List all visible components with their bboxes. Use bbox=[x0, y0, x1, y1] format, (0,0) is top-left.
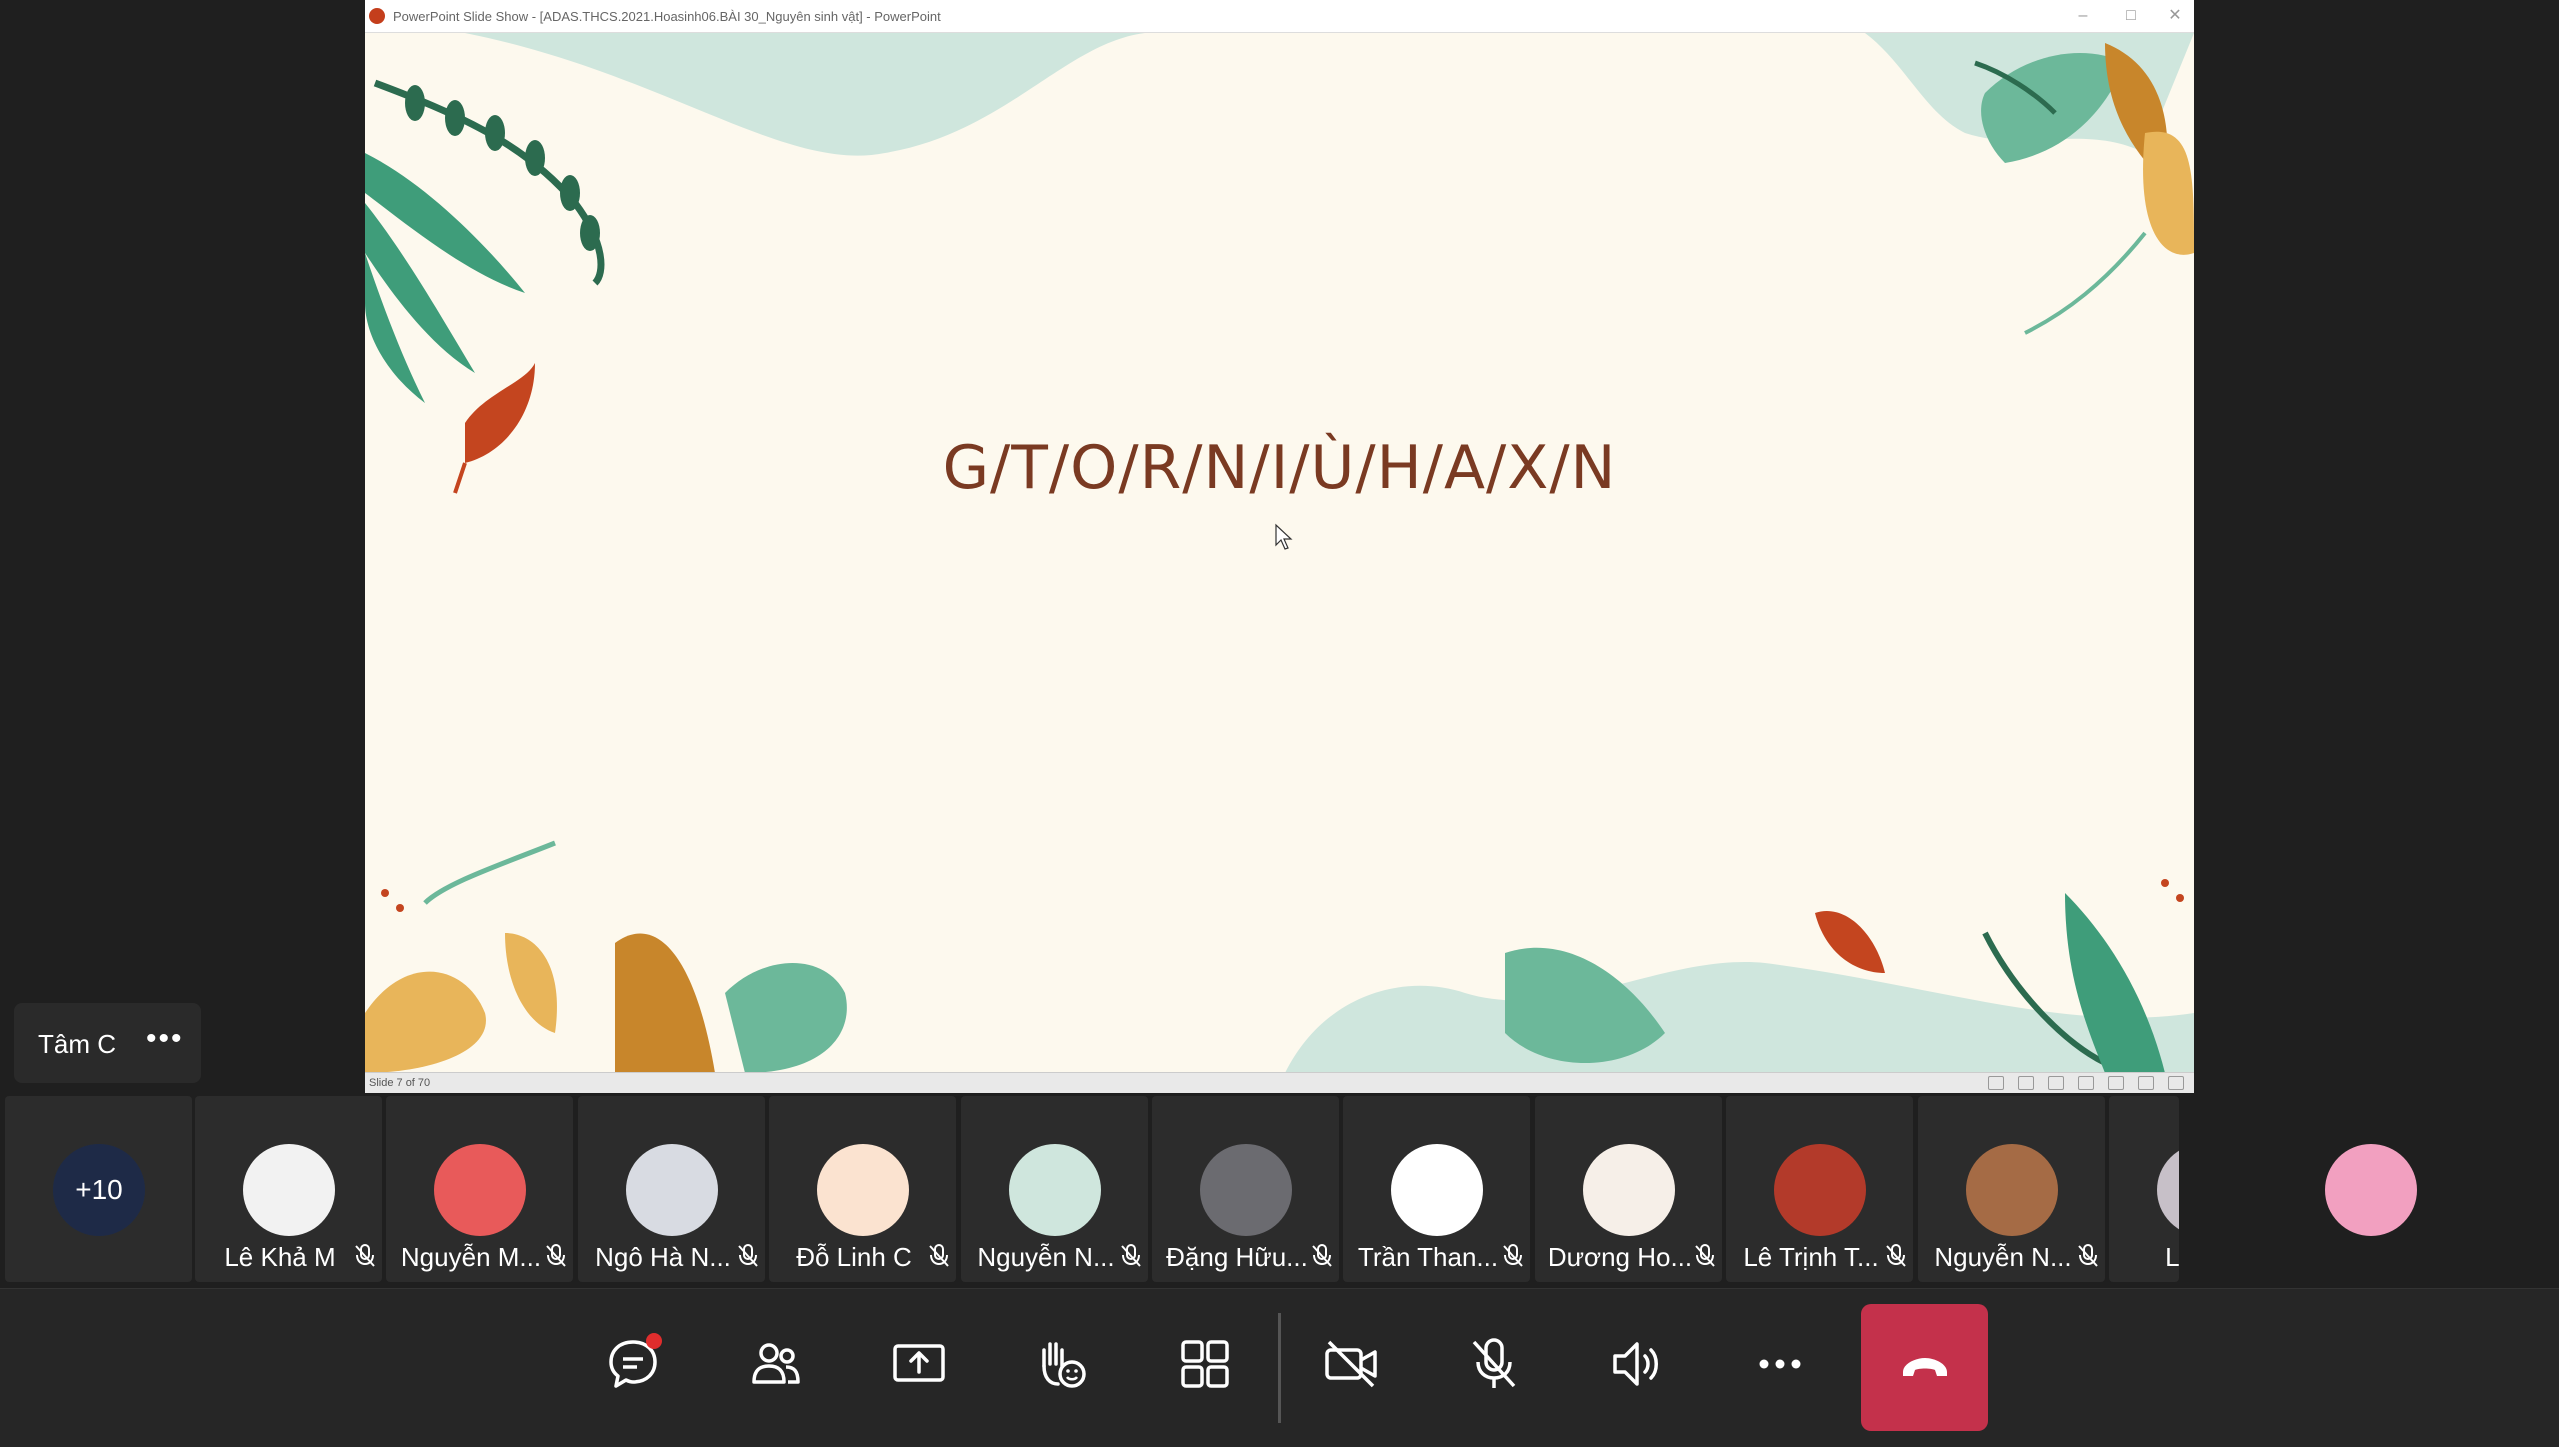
muted-mic-icon bbox=[1503, 1244, 1523, 1267]
slide-canvas: G/T/O/R/N/I/Ù/H/A/X/N bbox=[365, 33, 2194, 1073]
presenter-more-button[interactable]: ••• bbox=[146, 1024, 184, 1054]
muted-mic-icon bbox=[1886, 1244, 1906, 1267]
participant-tile[interactable]: Dương Ho... bbox=[1535, 1096, 1722, 1282]
view-buttons bbox=[1988, 1076, 2184, 1090]
avatar bbox=[1200, 1144, 1292, 1236]
participant-name: Lê Khả M bbox=[224, 1242, 336, 1272]
slide-sorter-icon[interactable] bbox=[2108, 1076, 2124, 1090]
avatar bbox=[1774, 1144, 1866, 1236]
avatar bbox=[434, 1144, 526, 1236]
grid-layout-icon bbox=[1181, 1340, 1229, 1388]
ppt-titlebar: PowerPoint Slide Show - [ADAS.THCS.2021.… bbox=[365, 0, 2194, 33]
presenter-name: Tâm C bbox=[38, 1029, 116, 1059]
control-separator bbox=[1278, 1313, 1281, 1423]
self-view-avatar[interactable] bbox=[2325, 1144, 2417, 1236]
slide-text: G/T/O/R/N/I/Ù/H/A/X/N bbox=[942, 433, 1617, 503]
participant-tile[interactable]: Đặng Hữu... bbox=[1152, 1096, 1339, 1282]
avatar bbox=[243, 1144, 335, 1236]
participant-tile[interactable]: Lê Trịnh T... bbox=[1726, 1096, 1913, 1282]
participant-tile[interactable]: Lê M bbox=[2109, 1096, 2179, 1282]
menu-icon[interactable] bbox=[2018, 1076, 2034, 1090]
shared-screen: PowerPoint Slide Show - [ADAS.THCS.2021.… bbox=[365, 0, 2194, 1093]
reactions-button[interactable] bbox=[1017, 1319, 1107, 1409]
participant-tile[interactable]: Nguyễn N... bbox=[961, 1096, 1148, 1282]
participant-name: Nguyễn M... bbox=[400, 1242, 542, 1272]
avatar bbox=[1966, 1144, 2058, 1236]
muted-mic-icon bbox=[1121, 1244, 1141, 1267]
chat-notification-badge bbox=[646, 1333, 662, 1349]
minimize-button[interactable]: – bbox=[2068, 4, 2098, 28]
avatar bbox=[1583, 1144, 1675, 1236]
reading-view-icon[interactable] bbox=[2138, 1076, 2154, 1090]
next-slide-icon[interactable] bbox=[2048, 1076, 2064, 1090]
avatar bbox=[2157, 1144, 2179, 1236]
powerpoint-icon bbox=[369, 8, 385, 24]
mic-toggle-button[interactable] bbox=[1449, 1319, 1539, 1409]
muted-mic-icon bbox=[738, 1244, 758, 1267]
participant-name: Lê M bbox=[2165, 1242, 2179, 1272]
participant-tile[interactable]: Trần Than... bbox=[1343, 1096, 1530, 1282]
normal-view-icon[interactable] bbox=[2078, 1076, 2094, 1090]
close-button[interactable]: ✕ bbox=[2160, 4, 2190, 28]
participant-name: Đỗ Linh C bbox=[796, 1242, 912, 1272]
prev-slide-icon[interactable] bbox=[1988, 1076, 2004, 1090]
participant-name: Trần Than... bbox=[1357, 1242, 1499, 1272]
muted-mic-icon bbox=[1695, 1244, 1715, 1267]
participant-strip: +10 Lê Khả M Nguyễn M... Ngô Hà N... Đỗ Lin… bbox=[0, 1096, 2559, 1286]
overflow-participants-tile[interactable]: +10 bbox=[5, 1096, 192, 1282]
participant-tile[interactable]: Nguyễn N... bbox=[1918, 1096, 2105, 1282]
slide-number: Slide 7 of 70 bbox=[369, 1077, 431, 1089]
participant-name: Lê Trịnh T... bbox=[1743, 1242, 1879, 1272]
avatar bbox=[1391, 1144, 1483, 1236]
window-title: PowerPoint Slide Show - [ADAS.THCS.2021.… bbox=[393, 9, 941, 24]
slide-decoration bbox=[365, 33, 2194, 1073]
more-options-button[interactable] bbox=[1735, 1319, 1825, 1409]
muted-mic-icon bbox=[2078, 1244, 2098, 1267]
more-icon bbox=[1759, 1359, 1801, 1369]
muted-mic-icon bbox=[355, 1244, 375, 1267]
participant-tile[interactable]: Đỗ Linh C bbox=[769, 1096, 956, 1282]
participant-tile[interactable]: Lê Khả M bbox=[195, 1096, 382, 1282]
maximize-button[interactable]: □ bbox=[2116, 4, 2146, 28]
participant-tile[interactable]: Nguyễn M... bbox=[386, 1096, 573, 1282]
camera-toggle-button[interactable] bbox=[1306, 1319, 1396, 1409]
participants-button[interactable] bbox=[731, 1319, 821, 1409]
raise-hand-icon bbox=[1042, 1342, 1086, 1388]
speaker-button[interactable] bbox=[1592, 1319, 1682, 1409]
participant-name: Nguyễn N... bbox=[1934, 1242, 2072, 1272]
avatar bbox=[817, 1144, 909, 1236]
muted-mic-icon bbox=[929, 1244, 949, 1267]
hang-up-icon bbox=[1902, 1357, 1947, 1376]
avatar bbox=[1009, 1144, 1101, 1236]
participant-name: Dương Ho... bbox=[1547, 1242, 1693, 1272]
people-icon bbox=[752, 1343, 800, 1384]
participant-name: Đặng Hữu... bbox=[1166, 1242, 1308, 1272]
leave-call-button[interactable] bbox=[1861, 1304, 1988, 1431]
mic-off-icon bbox=[1472, 1338, 1516, 1388]
call-control-bar bbox=[0, 1288, 2559, 1447]
share-screen-icon bbox=[893, 1344, 945, 1382]
participant-name: Ngô Hà N... bbox=[595, 1242, 731, 1272]
overflow-avatar: +10 bbox=[53, 1144, 145, 1236]
speaker-icon bbox=[1613, 1342, 1658, 1386]
layout-button[interactable] bbox=[1160, 1319, 1250, 1409]
avatar bbox=[626, 1144, 718, 1236]
participant-name: Nguyễn N... bbox=[977, 1242, 1115, 1272]
share-screen-button[interactable] bbox=[874, 1319, 964, 1409]
muted-mic-icon bbox=[1312, 1244, 1332, 1267]
overflow-count: +10 bbox=[53, 1144, 145, 1236]
camera-off-icon bbox=[1325, 1340, 1377, 1388]
slideshow-icon[interactable] bbox=[2168, 1076, 2184, 1090]
ppt-statusbar: Slide 7 of 70 bbox=[365, 1072, 2194, 1093]
chat-button[interactable] bbox=[588, 1319, 678, 1409]
presenter-label: Tâm C ••• bbox=[14, 1003, 201, 1083]
participant-tile[interactable]: Ngô Hà N... bbox=[578, 1096, 765, 1282]
muted-mic-icon bbox=[546, 1244, 566, 1267]
